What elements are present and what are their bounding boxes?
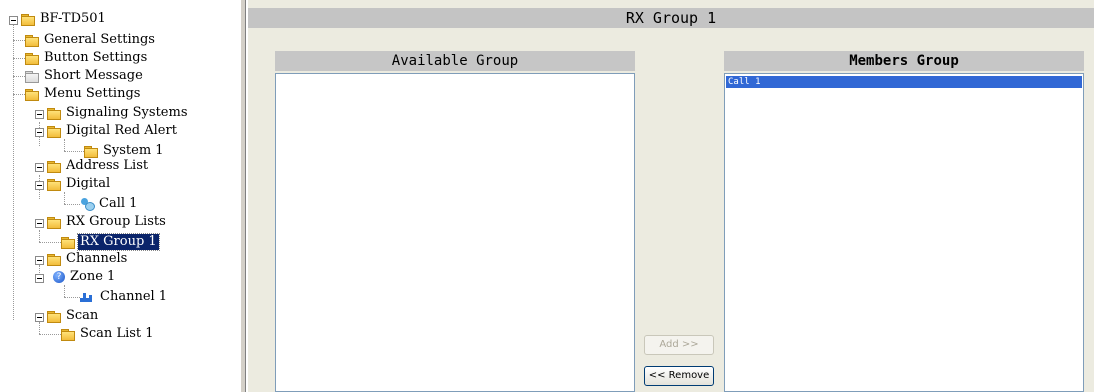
collapse-toggle-icon[interactable] <box>35 256 44 265</box>
tree-node-label: Menu Settings <box>44 86 141 101</box>
collapse-toggle-icon[interactable] <box>35 181 44 190</box>
folder-icon <box>21 13 35 26</box>
rx-group-panel: RX Group 1 Available Group Members Group… <box>248 0 1094 392</box>
tree-connector <box>64 192 65 204</box>
tree-node-label: BF-TD501 <box>40 11 106 26</box>
tree-connector <box>13 76 25 77</box>
tree-connector <box>13 20 14 320</box>
tree-connector <box>13 94 25 95</box>
tree-node-label: Channels <box>66 251 128 266</box>
members-group-header: Members Group <box>724 51 1084 71</box>
add-button-label: Add >> <box>659 339 699 350</box>
channel-icon <box>80 292 94 302</box>
tree-node-digital-red-alert[interactable]: Digital Red Alert <box>47 122 179 140</box>
page-title: RX Group 1 <box>248 8 1094 28</box>
tree-node-label: Channel 1 <box>100 289 168 304</box>
tree-node-zone-1[interactable]: ? Zone 1 <box>53 268 117 286</box>
folder-icon <box>47 107 61 120</box>
add-button[interactable]: Add >> <box>644 335 714 355</box>
tree-node-call-1[interactable]: Call 1 <box>80 195 139 213</box>
tree-node-label: Signaling Systems <box>66 105 188 120</box>
tree-connector <box>64 204 80 205</box>
tree-node-general-settings[interactable]: General Settings <box>25 31 157 49</box>
available-group-header: Available Group <box>275 51 635 71</box>
folder-icon <box>25 34 39 47</box>
collapse-toggle-icon[interactable] <box>35 110 44 119</box>
tree-node-label: RX Group 1 <box>77 233 160 251</box>
folder-icon <box>25 70 39 83</box>
remove-button[interactable]: << Remove <box>644 366 714 386</box>
tree-connector <box>64 151 84 152</box>
tree-connector <box>64 297 80 298</box>
folder-icon <box>47 253 61 266</box>
tree-node-label: Zone 1 <box>70 269 116 284</box>
folder-icon <box>47 310 61 323</box>
tree-connector <box>13 40 25 41</box>
zone-icon: ? <box>53 271 65 283</box>
tree-node-root[interactable]: BF-TD501 <box>21 10 108 28</box>
tree-node-label: Digital Red Alert <box>66 123 177 138</box>
tree-node-button-settings[interactable]: Button Settings <box>25 49 149 67</box>
collapse-toggle-icon[interactable] <box>35 128 44 137</box>
tree-node-label: Short Message <box>44 68 143 83</box>
contact-icon <box>80 198 95 211</box>
folder-icon <box>47 216 61 229</box>
tree-connector <box>39 230 40 242</box>
tree-node-short-message[interactable]: Short Message <box>25 67 145 85</box>
pane-splitter[interactable] <box>240 0 246 392</box>
tree-node-label: RX Group Lists <box>66 214 166 229</box>
tree-node-scan-list-1[interactable]: Scan List 1 <box>61 325 156 343</box>
tree-node-scan[interactable]: Scan <box>47 307 100 325</box>
tree-connector <box>64 285 65 297</box>
folder-icon <box>25 88 39 101</box>
tree-node-signaling-systems[interactable]: Signaling Systems <box>47 104 190 122</box>
collapse-toggle-icon[interactable] <box>35 163 44 172</box>
tree-node-label: Button Settings <box>44 50 148 65</box>
tree-node-label: Scan <box>66 308 99 323</box>
folder-icon <box>47 160 61 173</box>
tree-connector <box>13 58 25 59</box>
available-group-list[interactable] <box>275 73 635 392</box>
tree-node-channels[interactable]: Channels <box>47 250 129 268</box>
tree-connector <box>39 322 40 334</box>
list-item[interactable]: Call 1 <box>726 76 1082 88</box>
tree-node-label: Address List <box>66 158 149 173</box>
tree-node-label: Call 1 <box>99 196 138 211</box>
members-group-list[interactable]: Call 1 <box>724 73 1084 392</box>
collapse-toggle-icon[interactable] <box>35 313 44 322</box>
folder-icon <box>61 236 75 249</box>
tree-node-menu-settings[interactable]: Menu Settings <box>25 85 142 103</box>
tree-connector <box>39 334 61 335</box>
tree-connector <box>39 242 61 243</box>
tree-node-address-list[interactable]: Address List <box>47 157 150 175</box>
tree-node-digital[interactable]: Digital <box>47 175 112 193</box>
folder-icon <box>61 328 75 341</box>
folder-icon <box>47 178 61 191</box>
tree-node-label: Scan List 1 <box>80 326 154 341</box>
folder-icon <box>47 125 61 138</box>
tree-node-rx-group-1[interactable]: RX Group 1 <box>61 233 160 251</box>
tree-node-label: Digital <box>66 176 111 191</box>
tree-connector <box>64 139 65 151</box>
settings-tree[interactable]: BF-TD501 General Settings Button Setting… <box>0 0 238 392</box>
tree-node-rx-group-lists[interactable]: RX Group Lists <box>47 213 168 231</box>
folder-icon <box>25 52 39 65</box>
folder-icon <box>84 145 98 158</box>
remove-button-label: << Remove <box>648 370 710 381</box>
collapse-toggle-icon[interactable] <box>35 274 44 283</box>
collapse-toggle-icon[interactable] <box>9 16 18 25</box>
tree-node-channel-1[interactable]: Channel 1 <box>80 288 169 306</box>
collapse-toggle-icon[interactable] <box>35 219 44 228</box>
tree-node-label: General Settings <box>44 32 155 47</box>
